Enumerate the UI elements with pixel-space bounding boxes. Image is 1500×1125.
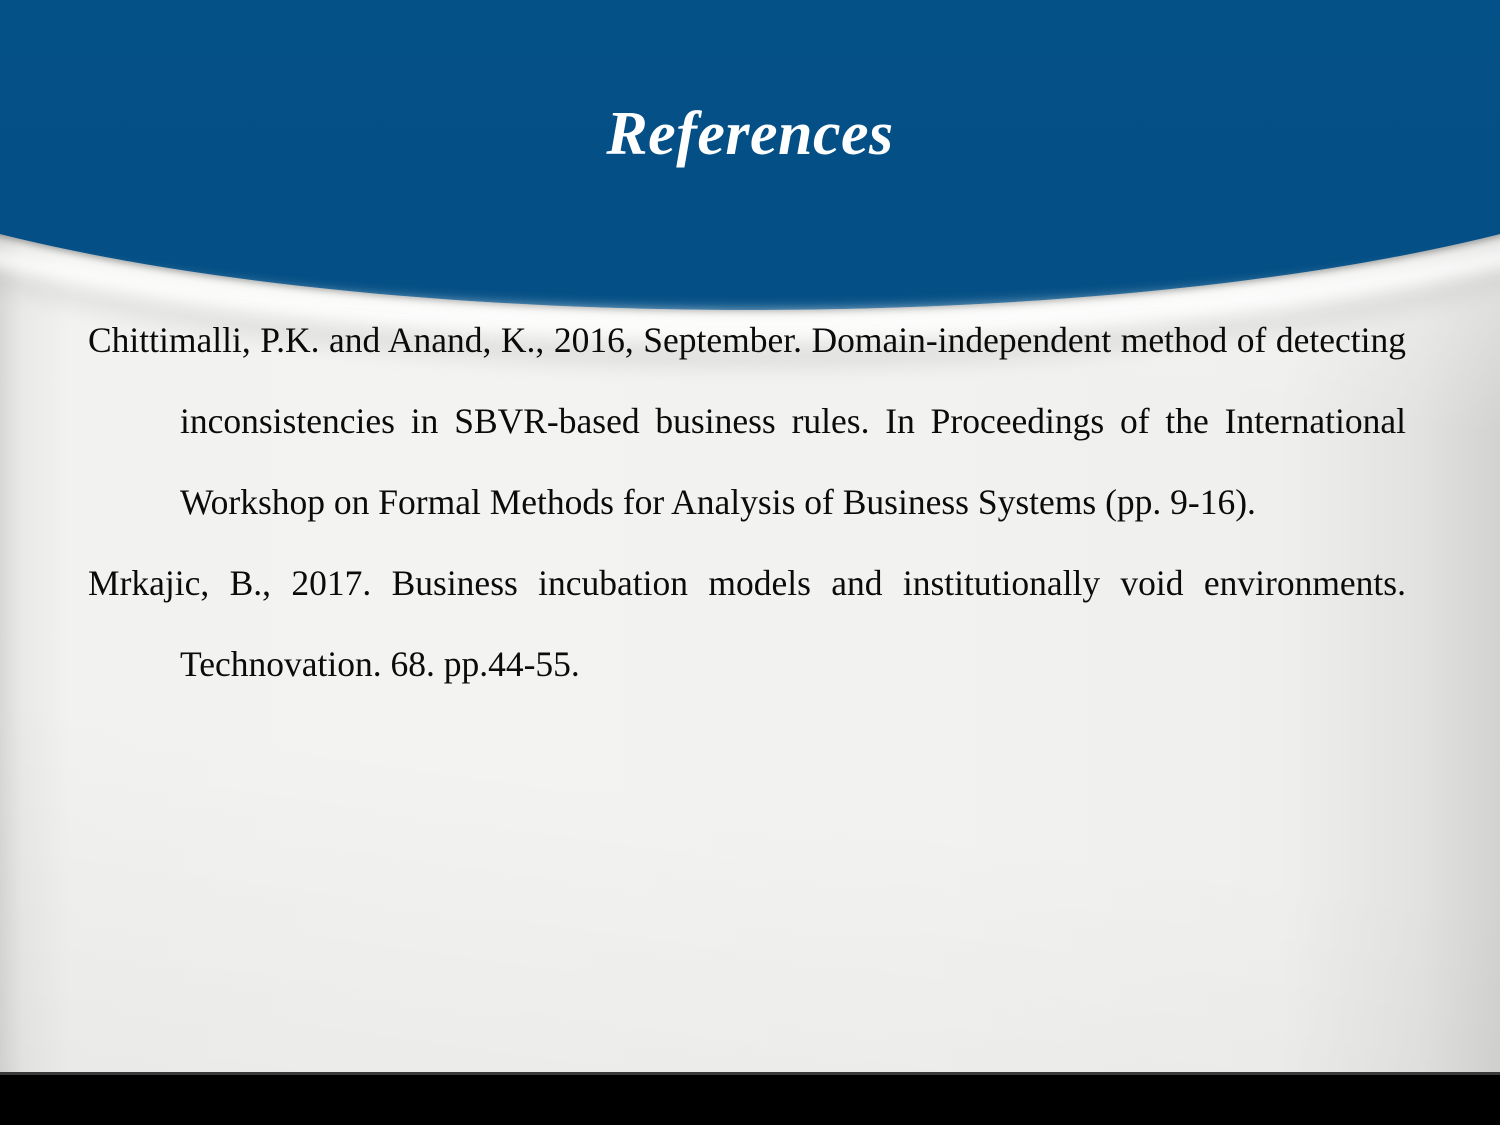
- reference-item: Mrkajic, B., 2017. Business incubation m…: [88, 563, 1406, 684]
- presentation-slide: References Chittimalli, P.K. and Anand, …: [0, 0, 1500, 1125]
- footer-bar: fppt.com: [0, 1075, 1500, 1125]
- reference-item: Chittimalli, P.K. and Anand, K., 2016, S…: [88, 320, 1406, 522]
- slide-title: References: [606, 100, 894, 168]
- references-list: Chittimalli, P.K. and Anand, K., 2016, S…: [88, 300, 1406, 705]
